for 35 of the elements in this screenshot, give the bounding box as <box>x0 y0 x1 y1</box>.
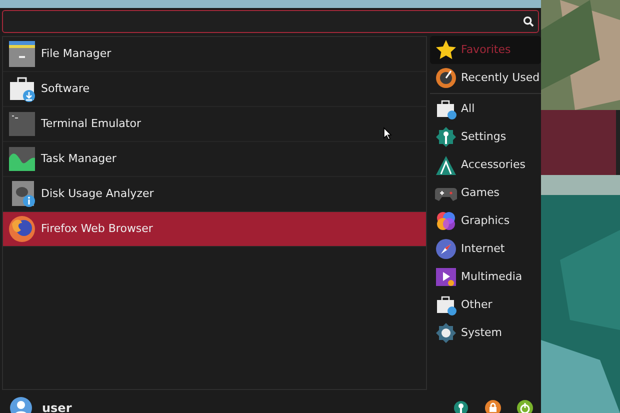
mouse-cursor-icon <box>383 127 392 140</box>
search-icon <box>523 16 534 27</box>
category-item[interactable]: Settings <box>430 123 541 151</box>
lock-icon[interactable] <box>485 400 501 413</box>
category-item[interactable]: Games <box>430 179 541 207</box>
settings-icon[interactable] <box>453 400 469 413</box>
gear-icon <box>435 126 457 148</box>
petals-icon <box>435 210 457 232</box>
category-item[interactable]: Accessories <box>430 151 541 179</box>
user-name: user <box>42 400 72 413</box>
app-item[interactable]: Software <box>3 72 426 107</box>
app-item[interactable]: Terminal Emulator <box>3 107 426 142</box>
app-item[interactable]: Task Manager <box>3 142 426 177</box>
gear-icon <box>435 322 457 344</box>
user-avatar-icon <box>10 396 32 413</box>
category-item[interactable]: Graphics <box>430 207 541 235</box>
power-icon[interactable] <box>517 400 533 413</box>
category-item[interactable]: Multimedia <box>430 263 541 291</box>
bag-icon <box>435 98 457 120</box>
star-icon <box>435 39 457 61</box>
media-icon <box>435 266 457 288</box>
bag-icon <box>435 294 457 316</box>
folder-icon <box>7 39 37 69</box>
category-item[interactable]: System <box>430 319 541 347</box>
clock-icon <box>435 67 457 89</box>
terminal-icon <box>7 109 37 139</box>
search-field[interactable] <box>2 10 539 33</box>
category-item[interactable]: Internet <box>430 235 541 263</box>
category-item[interactable]: Recently Used <box>430 64 541 92</box>
category-item[interactable]: All <box>430 95 541 123</box>
category-item[interactable]: Other <box>430 291 541 319</box>
chart-icon <box>7 144 37 174</box>
app-item[interactable]: Firefox Web Browser <box>3 212 426 247</box>
fox-globe-icon <box>7 214 37 244</box>
app-item[interactable]: File Manager <box>3 37 426 72</box>
